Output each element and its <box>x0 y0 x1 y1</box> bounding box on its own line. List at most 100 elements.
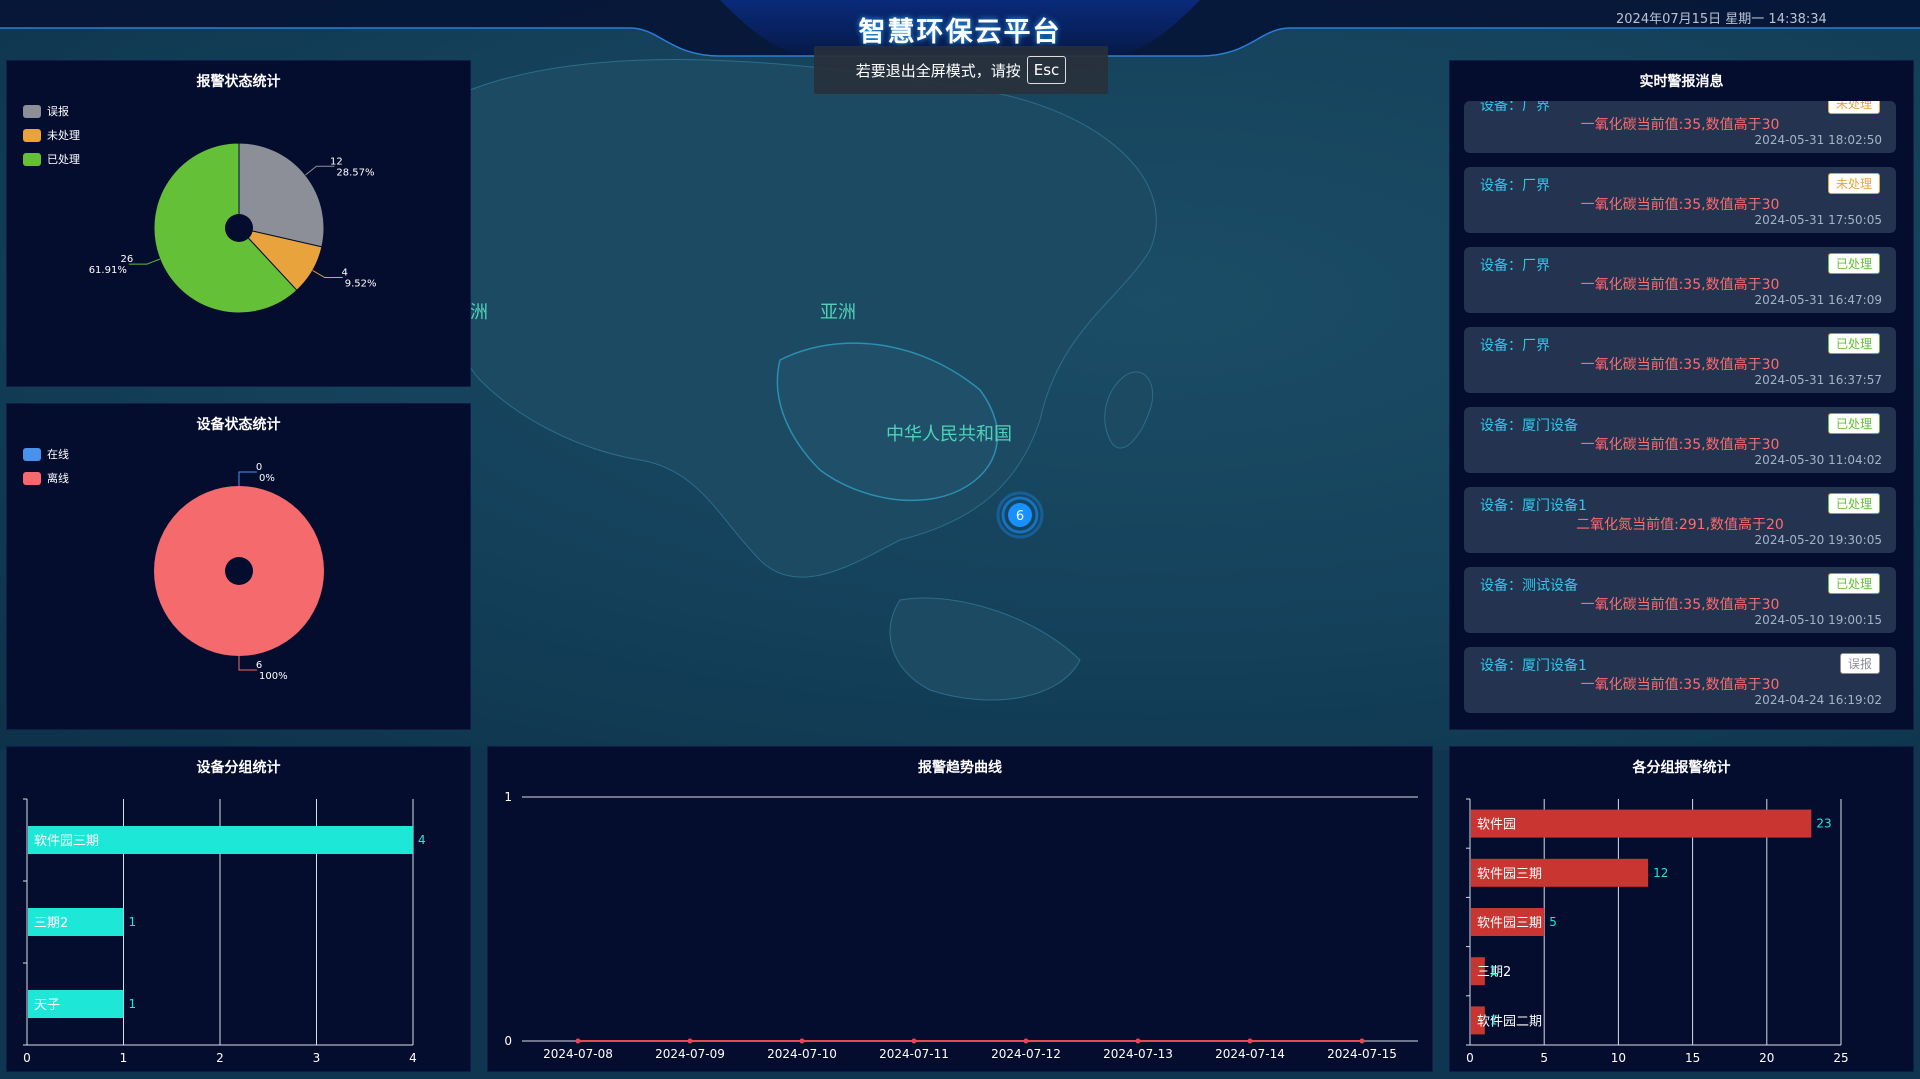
status-badge: 未处理 <box>1827 101 1880 114</box>
status-badge: 误报 <box>1839 653 1880 674</box>
device-prefix: 设备： <box>1480 658 1522 674</box>
x-tick-label: 3 <box>313 1051 321 1065</box>
bar-category-label: 软件园二期 <box>1477 1014 1542 1029</box>
realtime-alarm-panel: 实时警报消息 设备：厂界 未处理 一氧化碳当前值:35,数值高于30 2024-… <box>1449 60 1914 730</box>
message-time: 2024-05-31 18:02:50 <box>1754 133 1882 147</box>
message-text: 一氧化碳当前值:35,数值高于30 <box>1580 597 1780 613</box>
pie-value-label: 4 <box>342 268 348 279</box>
message-time: 2024-04-24 16:19:02 <box>1754 693 1882 707</box>
pie-label-line <box>128 258 161 265</box>
x-tick-label: 2024-07-09 <box>655 1047 725 1061</box>
bar <box>1471 809 1812 838</box>
bar-category-label: 软件园三期 <box>1477 867 1542 882</box>
pie-label-line <box>238 656 257 671</box>
alarm-message[interactable]: 设备：厦门设备1 已处理 二氧化氮当前值:291,数值高于20 2024-05-… <box>1464 487 1896 553</box>
pie-label-line <box>238 471 257 486</box>
message-time: 2024-05-20 19:30:05 <box>1754 533 1882 547</box>
x-tick-label: 5 <box>1540 1051 1548 1065</box>
bar-value-label: 23 <box>1816 817 1831 831</box>
status-badge: 已处理 <box>1827 573 1880 594</box>
series-point <box>911 1038 917 1044</box>
status-badge: 已处理 <box>1827 333 1880 354</box>
alarm-status-pie-chart: 1228.57% 49.52% 2661.91% <box>89 142 377 314</box>
message-time: 2024-05-31 16:37:57 <box>1754 373 1882 387</box>
message-device: 设备：厦门设备1 <box>1480 495 1587 515</box>
map-label-continent-left: 洲 <box>470 302 488 323</box>
status-badge: 已处理 <box>1827 253 1880 274</box>
map-marker[interactable]: 6 <box>990 485 1050 545</box>
pie-hole <box>225 214 253 242</box>
bar-category-label: 软件园三期 <box>1477 916 1542 931</box>
alarm-message[interactable]: 设备：厂界 已处理 一氧化碳当前值:35,数值高于30 2024-05-31 1… <box>1464 327 1896 393</box>
device-name: 测试设备 <box>1522 578 1578 594</box>
esc-hint-text: 若要退出全屏模式，请按 <box>855 61 1021 80</box>
alarm-status-panel: 报警状态统计 误报 未处理 已处理 12 28.57% 4 9.52% 26 61.91% <box>6 60 471 387</box>
alarm-message-list[interactable]: 设备：厂界 未处理 一氧化碳当前值:35,数值高于30 2024-05-31 1… <box>1464 101 1896 773</box>
device-prefix: 设备： <box>1480 101 1522 114</box>
device-status-panel: 设备状态统计 在线 离线 0 0% 6 100% <box>6 403 471 730</box>
x-tick-label: 15 <box>1685 1051 1700 1065</box>
bar-value-label: 1 <box>129 997 137 1011</box>
map-marker-value: 6 <box>1016 509 1024 524</box>
alarm-message[interactable]: 设备：厂界 已处理 一氧化碳当前值:35,数值高于30 2024-05-31 1… <box>1464 247 1896 313</box>
message-device: 设备：厂界 <box>1480 101 1550 115</box>
x-tick-label: 0 <box>1466 1051 1474 1065</box>
message-text: 一氧化碳当前值:35,数值高于30 <box>1580 197 1780 213</box>
x-tick-label: 2 <box>216 1051 224 1065</box>
series-point <box>575 1038 581 1044</box>
bar-category-label: 软件园三期 <box>34 834 99 849</box>
pie-label-line <box>312 270 343 278</box>
device-name: 厂界 <box>1522 178 1550 194</box>
group-alarm-bar-chart: 0 5 10 15 20 25软件园 23软件园三期 12软件园三期 5三期21软件园二期1 <box>1466 798 1849 1065</box>
map-label-china: 中华人民共和国 <box>886 424 1012 445</box>
device-name: 厂界 <box>1522 101 1550 114</box>
series-point <box>1023 1038 1029 1044</box>
bar-value-label: 1 <box>1490 1013 1498 1027</box>
bar-value-label: 12 <box>1653 866 1668 880</box>
message-device: 设备：厂界 <box>1480 175 1550 195</box>
bar-value-label: 1 <box>129 915 137 929</box>
device-prefix: 设备： <box>1480 418 1522 434</box>
message-device: 设备：厦门设备 <box>1480 415 1578 435</box>
alarm-message[interactable]: 设备：厂界 未处理 一氧化碳当前值:35,数值高于30 2024-05-31 1… <box>1464 167 1896 233</box>
device-prefix: 设备： <box>1480 578 1522 594</box>
x-tick-label: 2024-07-10 <box>767 1047 837 1061</box>
x-tick-label: 1 <box>120 1051 128 1065</box>
pie-hole <box>225 557 253 585</box>
bar-category-label: 天子 <box>34 998 60 1013</box>
device-name: 厦门设备1 <box>1522 658 1587 674</box>
pie-value-label: 0 <box>256 462 262 473</box>
pie-label-line <box>305 165 335 176</box>
message-text: 一氧化碳当前值:35,数值高于30 <box>1580 277 1780 293</box>
alarm-message[interactable]: 设备：厂界 未处理 一氧化碳当前值:35,数值高于30 2024-05-31 1… <box>1464 101 1896 153</box>
bar-value-label: 5 <box>1549 915 1557 929</box>
x-tick-label: 0 <box>23 1051 31 1065</box>
alarm-message[interactable]: 设备：厦门设备1 误报 一氧化碳当前值:35,数值高于30 2024-04-24… <box>1464 647 1896 713</box>
message-device: 设备：厂界 <box>1480 335 1550 355</box>
series-point <box>687 1038 693 1044</box>
pie-percent-label: 9.52% <box>345 279 377 290</box>
device-name: 厦门设备1 <box>1522 498 1587 514</box>
alarm-message[interactable]: 设备：厦门设备 已处理 一氧化碳当前值:35,数值高于30 2024-05-30… <box>1464 407 1896 473</box>
pie-value-label: 6 <box>256 660 262 671</box>
realtime-alarm-title: 实时警报消息 <box>1639 74 1724 90</box>
device-name: 厂界 <box>1522 258 1550 274</box>
pie-value-label: 12 <box>330 156 343 167</box>
map-label-asia: 亚洲 <box>820 302 856 323</box>
fullscreen-exit-toast: 若要退出全屏模式，请按 Esc <box>814 46 1108 94</box>
pie-value-label: 26 <box>120 254 133 265</box>
device-status-pie-chart: 00% 6100% <box>154 462 324 682</box>
message-device: 设备：厦门设备1 <box>1480 655 1587 675</box>
alarm-message[interactable]: 设备：测试设备 已处理 一氧化碳当前值:35,数值高于30 2024-05-10… <box>1464 567 1896 633</box>
series-point <box>1135 1038 1141 1044</box>
x-tick-label: 2024-07-13 <box>1103 1047 1173 1061</box>
x-tick-label: 25 <box>1833 1051 1848 1065</box>
series-point <box>1359 1038 1365 1044</box>
device-prefix: 设备： <box>1480 178 1522 194</box>
message-text: 一氧化碳当前值:35,数值高于30 <box>1580 357 1780 373</box>
series-point <box>1247 1038 1253 1044</box>
x-tick-label: 2024-07-14 <box>1215 1047 1285 1061</box>
alarm-trend-panel: 报警趋势曲线 0 1 2024-07-08 2024-07-09 2024-07-10 2… <box>487 746 1433 1072</box>
device-prefix: 设备： <box>1480 338 1522 354</box>
x-tick-label: 2024-07-15 <box>1327 1047 1397 1061</box>
